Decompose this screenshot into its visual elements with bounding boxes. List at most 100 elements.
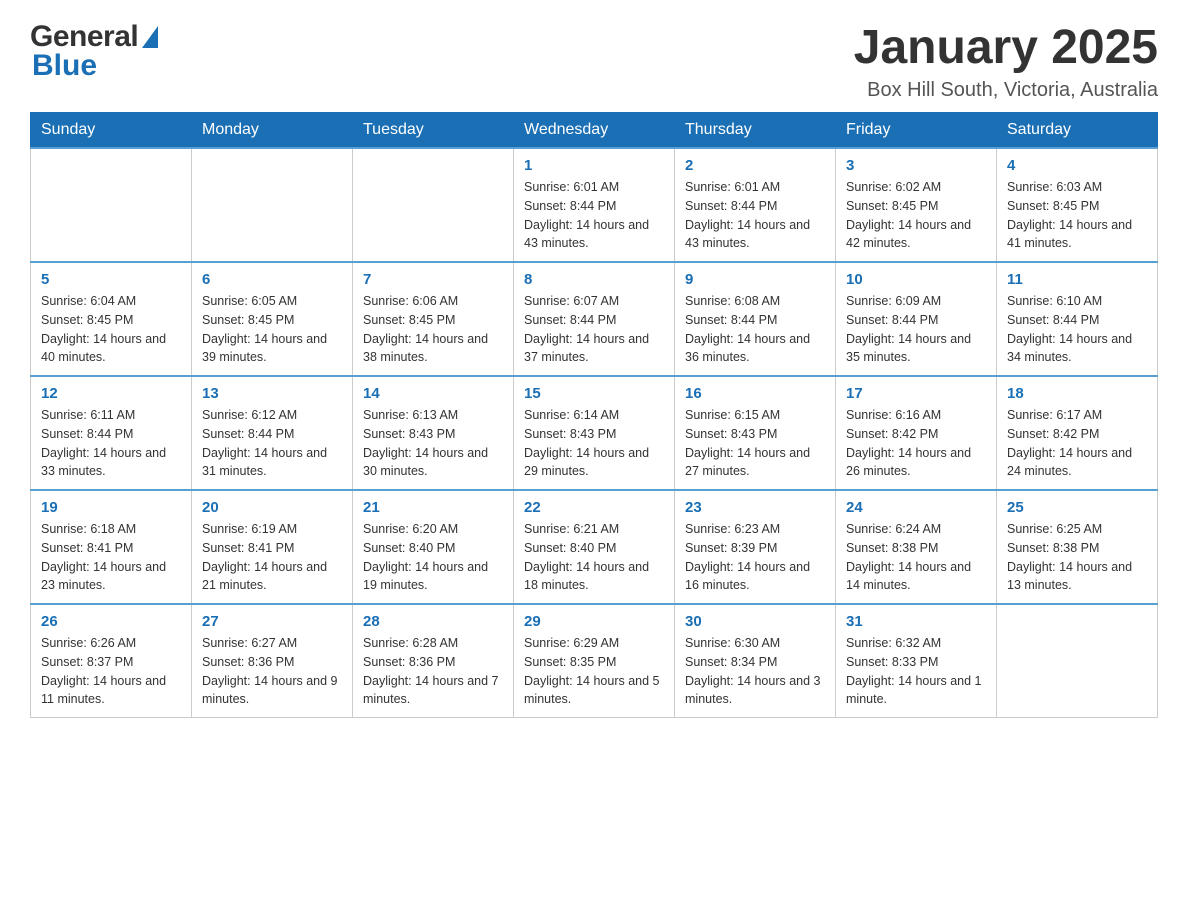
day-number: 29 <box>524 613 664 630</box>
day-info: Sunrise: 6:17 AM Sunset: 8:42 PM Dayligh… <box>1007 406 1147 481</box>
calendar-week-row: 1 Sunrise: 6:01 AM Sunset: 8:44 PM Daylig… <box>31 148 1158 262</box>
calendar-cell: 19 Sunrise: 6:18 AM Sunset: 8:41 PM Dayli… <box>31 490 192 604</box>
calendar-cell <box>353 148 514 262</box>
day-number: 24 <box>846 499 986 516</box>
day-info: Sunrise: 6:07 AM Sunset: 8:44 PM Dayligh… <box>524 292 664 367</box>
day-number: 13 <box>202 385 342 402</box>
calendar-cell: 6Sunrise: 6:05 AM Sunset: 8:45 PM Daylig… <box>192 262 353 376</box>
day-number: 11 <box>1007 271 1147 288</box>
calendar-cell: 23 Sunrise: 6:23 AM Sunset: 8:39 PM Dayli… <box>675 490 836 604</box>
day-number: 14 <box>363 385 503 402</box>
day-info: Sunrise: 6:29 AM Sunset: 8:35 PM Dayligh… <box>524 634 664 709</box>
day-number: 21 <box>363 499 503 516</box>
day-info: Sunrise: 6:14 AM Sunset: 8:43 PM Dayligh… <box>524 406 664 481</box>
day-info: Sunrise: 6:13 AM Sunset: 8:43 PM Dayligh… <box>363 406 503 481</box>
calendar-table: SundayMondayTuesdayWednesdayThursdayFrid… <box>30 112 1158 718</box>
day-number: 17 <box>846 385 986 402</box>
day-number: 18 <box>1007 385 1147 402</box>
day-info: Sunrise: 6:15 AM Sunset: 8:43 PM Dayligh… <box>685 406 825 481</box>
day-info: Sunrise: 6:20 AM Sunset: 8:40 PM Dayligh… <box>363 520 503 595</box>
day-info: Sunrise: 6:08 AM Sunset: 8:44 PM Dayligh… <box>685 292 825 367</box>
calendar-cell: 11 Sunrise: 6:10 AM Sunset: 8:44 PM Dayli… <box>997 262 1158 376</box>
day-info: Sunrise: 6:01 AM Sunset: 8:44 PM Dayligh… <box>685 178 825 253</box>
calendar-cell: 9 Sunrise: 6:08 AM Sunset: 8:44 PM Daylig… <box>675 262 836 376</box>
calendar-cell: 24 Sunrise: 6:24 AM Sunset: 8:38 PM Dayli… <box>836 490 997 604</box>
logo: General Blue <box>30 20 158 82</box>
day-info: Sunrise: 6:26 AM Sunset: 8:37 PM Dayligh… <box>41 634 181 709</box>
day-number: 28 <box>363 613 503 630</box>
calendar-cell: 16 Sunrise: 6:15 AM Sunset: 8:43 PM Dayli… <box>675 376 836 490</box>
calendar-cell <box>31 148 192 262</box>
day-info: Sunrise: 6:28 AM Sunset: 8:36 PM Dayligh… <box>363 634 503 709</box>
day-info: Sunrise: 6:04 AM Sunset: 8:45 PM Dayligh… <box>41 292 181 367</box>
day-of-week-header: Saturday <box>997 113 1158 149</box>
day-number: 27 <box>202 613 342 630</box>
day-number: 3 <box>846 157 986 174</box>
calendar-cell: 28 Sunrise: 6:28 AM Sunset: 8:36 PM Dayli… <box>353 604 514 718</box>
day-number: 16 <box>685 385 825 402</box>
day-info: Sunrise: 6:09 AM Sunset: 8:44 PM Dayligh… <box>846 292 986 367</box>
day-number: 10 <box>846 271 986 288</box>
calendar-cell: 4 Sunrise: 6:03 AM Sunset: 8:45 PM Daylig… <box>997 148 1158 262</box>
day-info: Sunrise: 6:19 AM Sunset: 8:41 PM Dayligh… <box>202 520 342 595</box>
calendar-cell: 22Sunrise: 6:21 AM Sunset: 8:40 PM Dayli… <box>514 490 675 604</box>
title-area: January 2025 Box Hill South, Victoria, A… <box>854 20 1158 102</box>
day-number: 9 <box>685 271 825 288</box>
calendar-cell: 7Sunrise: 6:06 AM Sunset: 8:45 PM Daylig… <box>353 262 514 376</box>
day-of-week-header: Thursday <box>675 113 836 149</box>
day-of-week-header: Sunday <box>31 113 192 149</box>
day-of-week-header: Monday <box>192 113 353 149</box>
calendar-cell: 14 Sunrise: 6:13 AM Sunset: 8:43 PM Dayli… <box>353 376 514 490</box>
day-info: Sunrise: 6:18 AM Sunset: 8:41 PM Dayligh… <box>41 520 181 595</box>
calendar-week-row: 12 Sunrise: 6:11 AM Sunset: 8:44 PM Dayli… <box>31 376 1158 490</box>
day-info: Sunrise: 6:32 AM Sunset: 8:33 PM Dayligh… <box>846 634 986 709</box>
day-info: Sunrise: 6:27 AM Sunset: 8:36 PM Dayligh… <box>202 634 342 709</box>
day-info: Sunrise: 6:24 AM Sunset: 8:38 PM Dayligh… <box>846 520 986 595</box>
calendar-cell: 31 Sunrise: 6:32 AM Sunset: 8:33 PM Dayli… <box>836 604 997 718</box>
day-number: 4 <box>1007 157 1147 174</box>
day-of-week-header: Wednesday <box>514 113 675 149</box>
logo-triangle-icon <box>142 26 158 48</box>
day-number: 26 <box>41 613 181 630</box>
calendar-cell: 12 Sunrise: 6:11 AM Sunset: 8:44 PM Dayli… <box>31 376 192 490</box>
day-number: 6 <box>202 271 342 288</box>
day-number: 15 <box>524 385 664 402</box>
calendar-cell <box>997 604 1158 718</box>
day-number: 19 <box>41 499 181 516</box>
day-info: Sunrise: 6:21 AM Sunset: 8:40 PM Dayligh… <box>524 520 664 595</box>
day-number: 23 <box>685 499 825 516</box>
day-info: Sunrise: 6:02 AM Sunset: 8:45 PM Dayligh… <box>846 178 986 253</box>
calendar-cell: 27 Sunrise: 6:27 AM Sunset: 8:36 PM Dayli… <box>192 604 353 718</box>
calendar-cell: 10 Sunrise: 6:09 AM Sunset: 8:44 PM Dayli… <box>836 262 997 376</box>
day-number: 31 <box>846 613 986 630</box>
day-info: Sunrise: 6:23 AM Sunset: 8:39 PM Dayligh… <box>685 520 825 595</box>
calendar-week-row: 5 Sunrise: 6:04 AM Sunset: 8:45 PM Daylig… <box>31 262 1158 376</box>
day-info: Sunrise: 6:12 AM Sunset: 8:44 PM Dayligh… <box>202 406 342 481</box>
calendar-cell: 1 Sunrise: 6:01 AM Sunset: 8:44 PM Daylig… <box>514 148 675 262</box>
month-year-title: January 2025 <box>854 20 1158 75</box>
day-info: Sunrise: 6:11 AM Sunset: 8:44 PM Dayligh… <box>41 406 181 481</box>
day-of-week-header: Friday <box>836 113 997 149</box>
calendar-cell: 21 Sunrise: 6:20 AM Sunset: 8:40 PM Dayli… <box>353 490 514 604</box>
day-number: 2 <box>685 157 825 174</box>
day-number: 12 <box>41 385 181 402</box>
day-info: Sunrise: 6:25 AM Sunset: 8:38 PM Dayligh… <box>1007 520 1147 595</box>
day-number: 1 <box>524 157 664 174</box>
day-number: 8 <box>524 271 664 288</box>
calendar-cell <box>192 148 353 262</box>
day-number: 25 <box>1007 499 1147 516</box>
day-info: Sunrise: 6:03 AM Sunset: 8:45 PM Dayligh… <box>1007 178 1147 253</box>
day-number: 5 <box>41 271 181 288</box>
location-subtitle: Box Hill South, Victoria, Australia <box>854 79 1158 102</box>
day-info: Sunrise: 6:10 AM Sunset: 8:44 PM Dayligh… <box>1007 292 1147 367</box>
calendar-cell: 20Sunrise: 6:19 AM Sunset: 8:41 PM Dayli… <box>192 490 353 604</box>
day-info: Sunrise: 6:30 AM Sunset: 8:34 PM Dayligh… <box>685 634 825 709</box>
calendar-header-row: SundayMondayTuesdayWednesdayThursdayFrid… <box>31 113 1158 149</box>
day-number: 30 <box>685 613 825 630</box>
calendar-cell: 17Sunrise: 6:16 AM Sunset: 8:42 PM Dayli… <box>836 376 997 490</box>
calendar-cell: 8 Sunrise: 6:07 AM Sunset: 8:44 PM Daylig… <box>514 262 675 376</box>
calendar-cell: 13 Sunrise: 6:12 AM Sunset: 8:44 PM Dayli… <box>192 376 353 490</box>
day-info: Sunrise: 6:01 AM Sunset: 8:44 PM Dayligh… <box>524 178 664 253</box>
calendar-week-row: 19 Sunrise: 6:18 AM Sunset: 8:41 PM Dayli… <box>31 490 1158 604</box>
calendar-cell: 15 Sunrise: 6:14 AM Sunset: 8:43 PM Dayli… <box>514 376 675 490</box>
